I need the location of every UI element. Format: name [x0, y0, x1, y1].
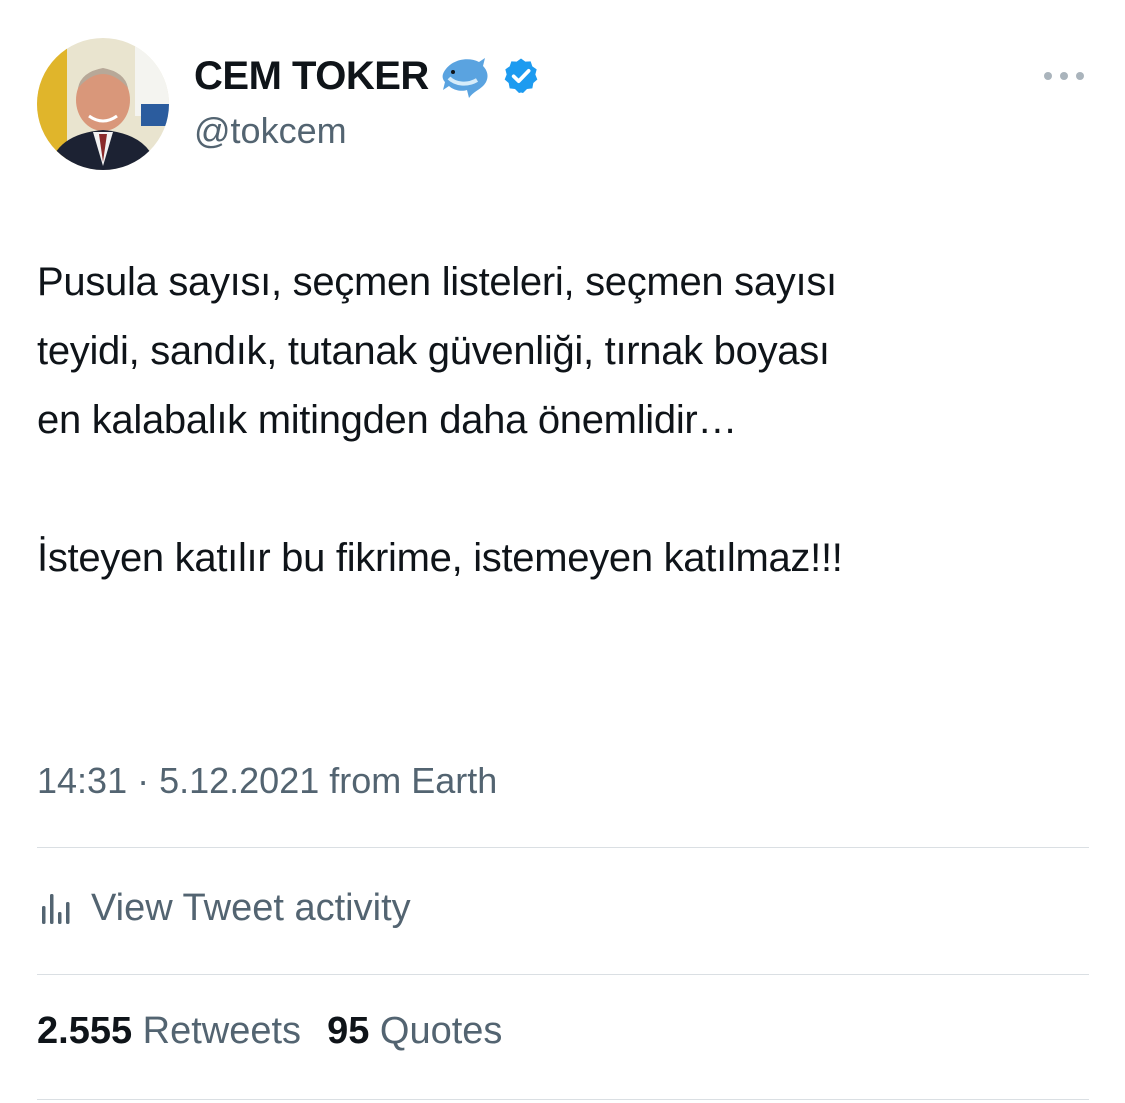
tweet-line: İsteyen katılır bu fikrime, istemeyen ka…	[37, 536, 843, 580]
view-tweet-activity-button[interactable]: View Tweet activity	[37, 880, 411, 936]
more-dots-icon	[1044, 72, 1084, 80]
engagement-stats: 2.555 Retweets 95 Quotes	[37, 1010, 502, 1053]
more-options-button[interactable]	[1036, 62, 1092, 90]
tweet-line: en kalabalık mitingden daha önemlidir…	[37, 398, 738, 442]
divider	[37, 974, 1089, 975]
bar-chart-icon	[37, 890, 77, 926]
view-tweet-activity-label: View Tweet activity	[91, 886, 411, 929]
retweets-label: Retweets	[142, 1010, 302, 1052]
dolphin-icon	[439, 52, 491, 100]
retweets-count: 2.555	[37, 1010, 133, 1052]
tweet-line: teyidi, sandık, tutanak güvenliği, tırna…	[37, 329, 830, 373]
verified-badge-icon	[501, 56, 541, 96]
author-name-row[interactable]: CEM TOKER	[194, 52, 541, 100]
tweet-line: Pusula sayısı, seçmen listeleri, seçmen …	[37, 260, 837, 304]
quotes-stat[interactable]: 95 Quotes	[327, 1010, 502, 1053]
tweet-timestamp[interactable]: 14:31 · 5.12.2021 from Earth	[37, 760, 497, 802]
author-handle[interactable]: @tokcem	[194, 110, 347, 152]
author-display-name[interactable]: CEM TOKER	[194, 54, 429, 99]
quotes-count: 95	[327, 1010, 370, 1052]
retweets-stat[interactable]: 2.555 Retweets	[37, 1010, 301, 1053]
divider	[37, 1099, 1089, 1100]
tweet-text: Pusula sayısı, seçmen listeleri, seçmen …	[37, 248, 1097, 593]
quotes-label: Quotes	[379, 1010, 503, 1052]
divider	[37, 847, 1089, 848]
avatar[interactable]	[37, 38, 169, 170]
